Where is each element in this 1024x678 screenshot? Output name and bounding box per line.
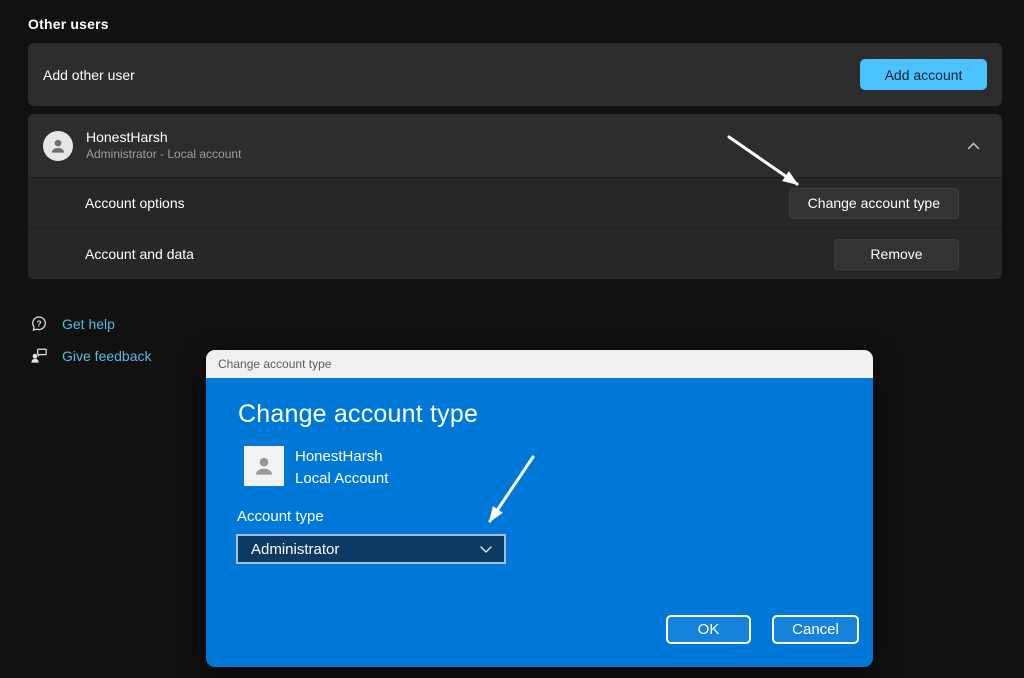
account-and-data-label: Account and data — [85, 246, 194, 262]
user-subtitle: Administrator - Local account — [86, 147, 967, 162]
user-avatar — [43, 131, 73, 161]
other-users-section: Other users Add other user Add account H… — [28, 16, 1002, 378]
remove-button[interactable]: Remove — [834, 239, 959, 270]
account-options-label: Account options — [85, 195, 185, 211]
add-other-user-row: Add other user Add account — [28, 43, 1002, 106]
chevron-up-icon[interactable] — [967, 137, 980, 155]
add-account-button[interactable]: Add account — [860, 59, 987, 90]
dialog-titlebar[interactable]: Change account type — [206, 350, 873, 378]
give-feedback-link[interactable]: Give feedback — [62, 348, 152, 364]
get-help-row: ? Get help — [28, 314, 1002, 334]
dialog-body: Change account type HonestHarsh Local Ac… — [206, 378, 873, 667]
give-feedback-icon — [30, 347, 48, 365]
dropdown-selected-value: Administrator — [251, 541, 339, 558]
dialog-heading: Change account type — [238, 400, 478, 429]
get-help-link[interactable]: Get help — [62, 316, 115, 332]
ok-button[interactable]: OK — [666, 615, 751, 644]
dialog-user-avatar — [244, 446, 284, 486]
account-options-row: Account options Change account type — [28, 177, 1002, 228]
chevron-down-icon — [480, 546, 492, 553]
change-account-type-button[interactable]: Change account type — [789, 188, 959, 219]
dialog-user-name: HonestHarsh — [295, 447, 388, 467]
dialog-user: HonestHarsh Local Account — [244, 446, 388, 489]
user-header-row[interactable]: HonestHarsh Administrator - Local accoun… — [28, 114, 1002, 177]
dialog-user-subtitle: Local Account — [295, 469, 388, 489]
section-title: Other users — [28, 16, 1002, 32]
account-and-data-row: Account and data Remove — [28, 228, 1002, 279]
dialog-buttons: OK Cancel — [666, 615, 859, 644]
account-type-dropdown[interactable]: Administrator — [236, 534, 506, 564]
person-icon — [48, 136, 68, 156]
user-expander-card: HonestHarsh Administrator - Local accoun… — [28, 114, 1002, 279]
account-type-label: Account type — [237, 508, 324, 525]
svg-text:?: ? — [36, 318, 41, 328]
cancel-button[interactable]: Cancel — [772, 615, 859, 644]
add-other-user-label: Add other user — [43, 67, 135, 83]
get-help-icon: ? — [30, 315, 48, 333]
user-name: HonestHarsh — [86, 129, 967, 146]
dialog-title: Change account type — [218, 357, 331, 371]
person-icon — [251, 453, 277, 479]
change-account-type-dialog: Change account type Change account type … — [206, 350, 873, 667]
